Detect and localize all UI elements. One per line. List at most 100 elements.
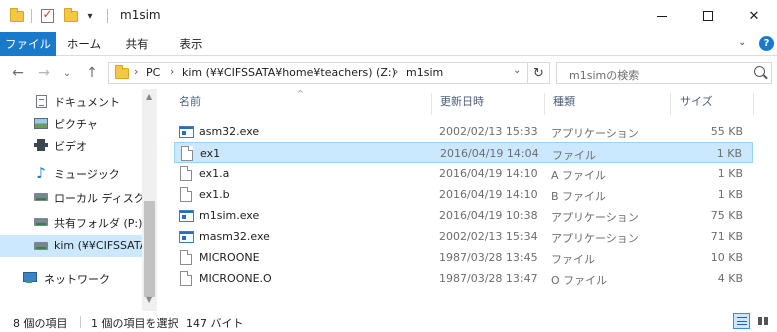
file-date: 1987/03/28 13:45 — [439, 251, 538, 264]
window-title: m1sim — [120, 8, 161, 22]
divider — [80, 316, 81, 328]
file-name: masm32.exe — [199, 230, 270, 243]
minimize-icon — [657, 15, 667, 17]
breadcrumb-pc[interactable]: PC — [146, 66, 160, 79]
file-icon — [181, 146, 193, 161]
file-row[interactable]: asm32.exe 2002/02/13 15:33 アプリケーション 55 K… — [174, 121, 753, 142]
search-input[interactable]: m1simの検索 — [569, 67, 639, 83]
breadcrumb-drive[interactable]: kim (¥¥CIFSSATA¥home¥teachers) (Z:) — [182, 66, 396, 79]
breadcrumb-separator: › — [134, 65, 139, 78]
divider — [107, 9, 108, 23]
file-icon — [180, 271, 192, 286]
column-header-date[interactable]: 更新日時 — [440, 93, 484, 115]
details-view-button[interactable] — [733, 313, 750, 329]
tab-view[interactable]: 表示 — [166, 32, 216, 56]
properties-icon[interactable] — [38, 7, 56, 24]
selection-count: 1 個の項目を選択 — [91, 317, 179, 330]
scrollbar-thumb[interactable] — [144, 201, 155, 297]
sidebar-item-label: ミュージック — [54, 168, 120, 181]
sidebar-item-label: ビデオ — [54, 140, 87, 153]
file-size: 4 KB — [717, 272, 743, 285]
help-icon[interactable]: ? — [759, 36, 774, 51]
address-dropdown-icon[interactable]: ⌄ — [513, 65, 521, 76]
file-row-selected[interactable]: ex1 2016/04/19 14:04 ファイル 1 KB — [174, 142, 753, 163]
file-name: ex1 — [200, 147, 221, 160]
column-divider[interactable] — [431, 93, 432, 115]
file-size: 75 KB — [710, 209, 743, 222]
file-type: ファイル — [552, 149, 596, 162]
breadcrumb-separator: › — [394, 65, 399, 78]
back-button[interactable]: ← — [8, 63, 28, 83]
maximize-button[interactable] — [685, 0, 731, 32]
close-button[interactable]: ✕ — [731, 0, 777, 32]
file-type: B ファイル — [551, 190, 607, 203]
file-row[interactable]: MICROONE.O 1987/03/28 13:47 O ファイル 4 KB — [174, 268, 753, 289]
file-type: O ファイル — [551, 274, 608, 287]
file-name: ex1.b — [199, 188, 230, 201]
sidebar-item-kim-drive[interactable]: kim (¥¥CIFSSATA — [0, 235, 142, 257]
tab-share[interactable]: 共有 — [114, 32, 160, 56]
chevron-down-icon[interactable]: ⌄ — [738, 37, 746, 48]
column-header-name[interactable]: 名前 — [179, 93, 201, 115]
tab-file[interactable]: ファイル — [0, 32, 56, 56]
sidebar-item-local-disk[interactable]: ローカル ディスク (C — [0, 186, 142, 208]
sidebar-item-label: ドキュメント — [54, 96, 120, 109]
search-box[interactable]: m1simの検索 — [556, 62, 772, 84]
file-row[interactable]: m1sim.exe 2016/04/19 10:38 アプリケーション 75 K… — [174, 205, 753, 226]
refresh-button[interactable]: ↻ — [528, 62, 550, 84]
sidebar-item-network[interactable]: ネットワーク — [0, 267, 142, 289]
column-divider[interactable] — [544, 93, 545, 115]
network-drive-icon — [33, 239, 49, 253]
column-header-type[interactable]: 種類 — [553, 93, 575, 115]
file-row[interactable]: ex1.a 2016/04/19 14:10 A ファイル 1 KB — [174, 163, 753, 184]
local-disk-icon — [33, 190, 49, 204]
file-icon — [180, 250, 192, 265]
large-icons-view-icon — [758, 317, 768, 325]
file-list: ^ 名前 更新日時 種類 サイズ asm32.exe 2002/02/13 15… — [157, 89, 777, 311]
file-row[interactable]: masm32.exe 2002/02/13 15:34 アプリケーション 71 … — [174, 226, 753, 247]
minimize-button[interactable] — [639, 0, 685, 32]
folder-icon — [8, 7, 26, 24]
column-divider[interactable] — [753, 93, 754, 115]
recent-locations-button[interactable]: ⌄ — [60, 63, 74, 83]
file-row[interactable]: MICROONE 1987/03/28 13:45 ファイル 10 KB — [174, 247, 753, 268]
sidebar-item-label: ネットワーク — [44, 273, 110, 286]
forward-button[interactable]: → — [34, 63, 54, 83]
file-date: 2016/04/19 14:10 — [439, 167, 538, 180]
tab-home[interactable]: ホーム — [60, 32, 108, 56]
pictures-icon — [33, 116, 49, 130]
sidebar-item-documents[interactable]: ドキュメント — [0, 90, 142, 112]
file-icon — [180, 166, 192, 181]
address-bar[interactable]: › PC › kim (¥¥CIFSSATA¥home¥teachers) (Z… — [108, 62, 528, 84]
search-icon — [754, 66, 765, 77]
file-size: 1 KB — [717, 188, 743, 201]
folder-icon — [115, 65, 129, 79]
large-icons-view-button[interactable] — [754, 313, 771, 329]
up-button[interactable]: ↑ — [82, 63, 102, 83]
breadcrumb-folder[interactable]: m1sim — [406, 66, 443, 79]
sidebar-item-videos[interactable]: ビデオ — [0, 134, 142, 156]
scroll-down-icon[interactable]: ▼ — [146, 295, 152, 304]
sidebar-item-pictures[interactable]: ピクチャ — [0, 112, 142, 134]
sidebar-item-music[interactable]: ♪ ミュージック — [0, 162, 142, 184]
quick-access-dropdown[interactable]: ▾ — [84, 8, 96, 24]
file-date: 2016/04/19 10:38 — [439, 209, 538, 222]
file-size: 71 KB — [710, 230, 743, 243]
column-header-size[interactable]: サイズ — [680, 93, 713, 115]
sidebar-item-label: kim (¥¥CIFSSATA — [54, 239, 142, 252]
item-count: 8 個の項目 — [13, 317, 68, 330]
sidebar-item-label: ピクチャ — [54, 118, 98, 131]
file-name: ex1.a — [199, 167, 230, 180]
column-divider[interactable] — [670, 93, 671, 115]
breadcrumb-separator: › — [170, 65, 175, 78]
file-name: m1sim.exe — [199, 209, 260, 222]
file-row[interactable]: ex1.b 2016/04/19 14:10 B ファイル 1 KB — [174, 184, 753, 205]
file-date: 1987/03/28 13:47 — [439, 272, 538, 285]
new-folder-icon[interactable] — [62, 7, 80, 24]
sidebar-item-shared-folder[interactable]: 共有フォルダ (P:) — [0, 211, 142, 233]
scroll-up-icon[interactable]: ▲ — [146, 92, 152, 101]
navigation-bar: ← → ⌄ ↑ › PC › kim (¥¥CIFSSATA¥home¥teac… — [0, 57, 777, 89]
network-icon — [21, 271, 37, 285]
sort-ascending-icon: ^ — [297, 89, 304, 98]
file-date: 2016/04/19 14:04 — [440, 147, 539, 160]
